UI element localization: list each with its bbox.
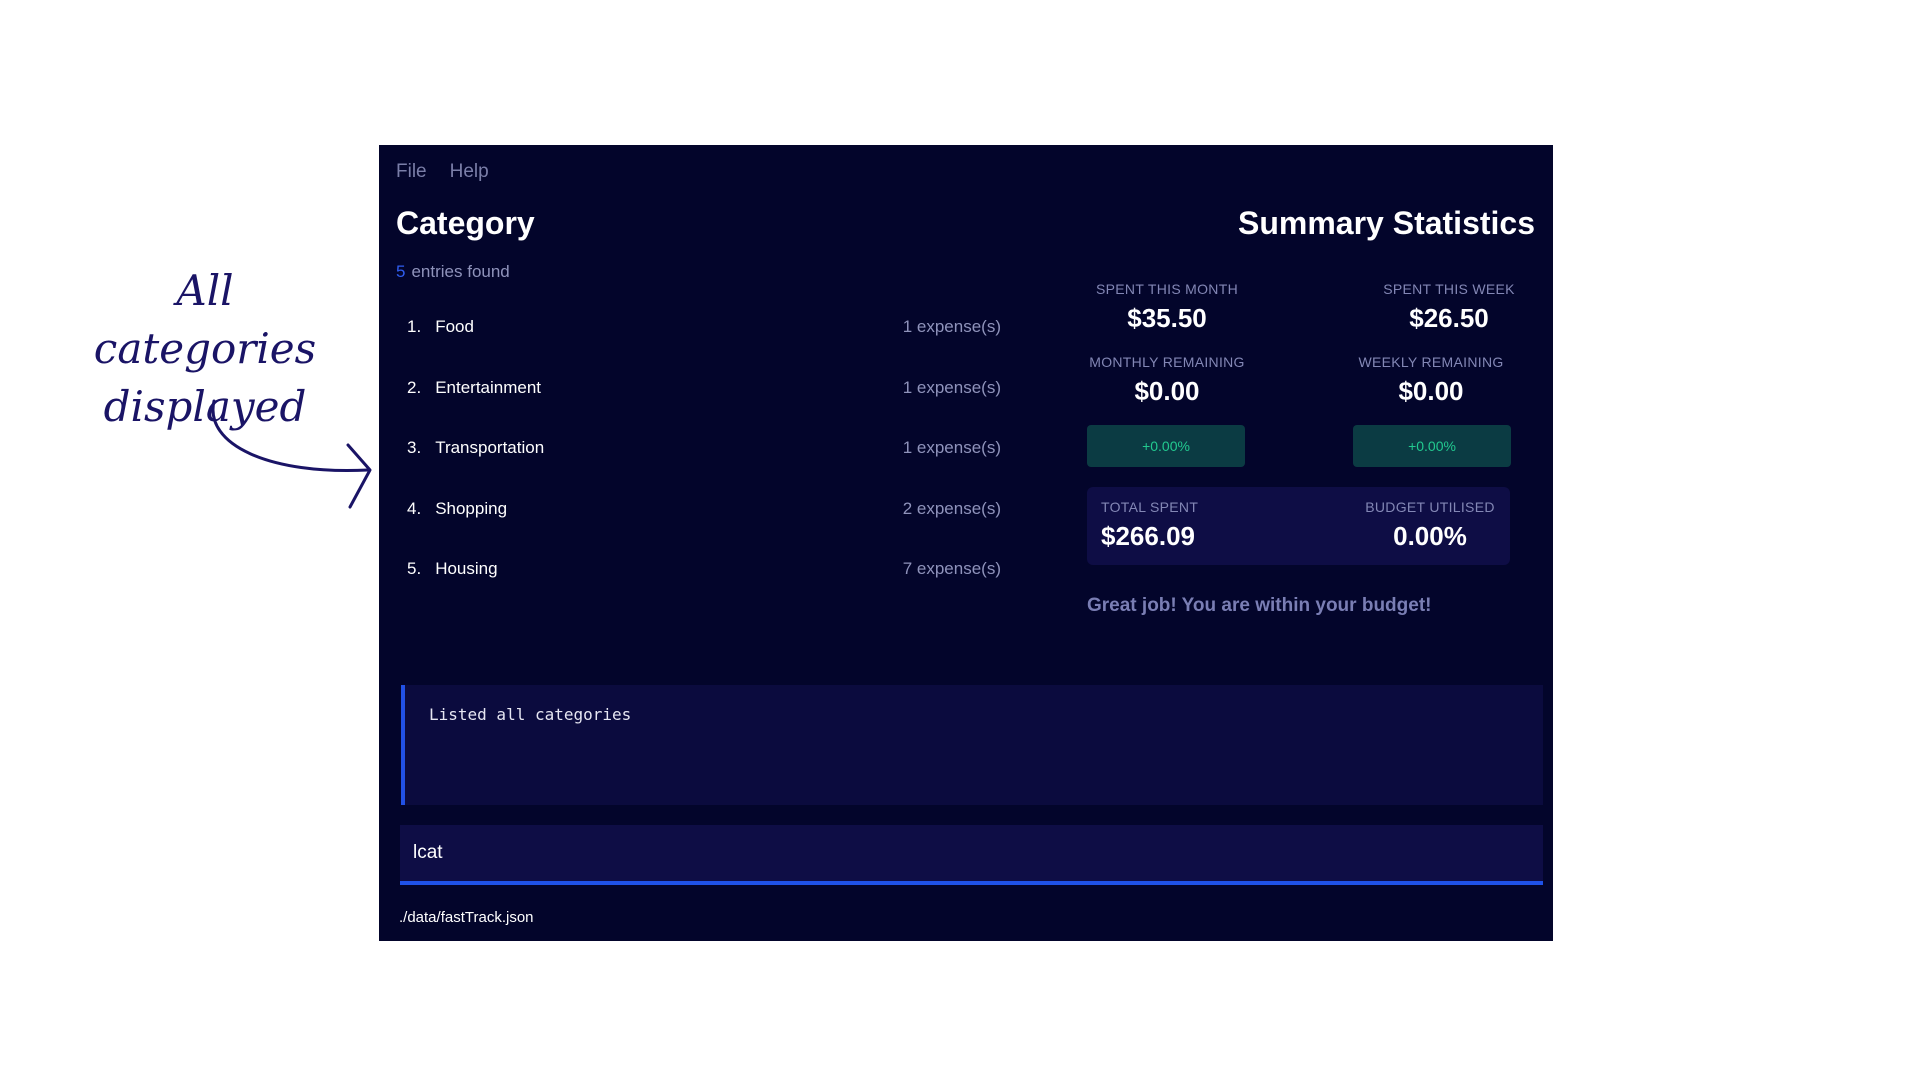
category-name: Entertainment (435, 377, 542, 397)
category-name: Housing (435, 559, 498, 579)
total-spent-panel: TOTAL SPENT $266.09 BUDGET UTILISED 0.00… (1087, 487, 1510, 565)
weekly-change-badge: +0.00% (1353, 425, 1511, 467)
app-window: File Help Category Summary Statistics 5e… (379, 145, 1553, 941)
category-index: 4. (407, 498, 422, 518)
monthly-remaining-value: $0.00 (1134, 376, 1200, 406)
category-index: 5. (407, 559, 422, 579)
category-index: 2. (407, 377, 422, 397)
category-index: 3. (407, 438, 422, 458)
budget-utilised: BUDGET UTILISED 0.00% (1365, 499, 1495, 552)
budget-utilised-label: BUDGET UTILISED (1365, 499, 1495, 515)
command-input[interactable] (400, 825, 1543, 881)
weekly-remaining-value: $0.00 (1398, 376, 1464, 406)
command-box (400, 825, 1543, 885)
category-list-item[interactable]: 3. Transportation 1 expense(s) (407, 418, 1001, 479)
total-spent: TOTAL SPENT $266.09 (1101, 499, 1198, 552)
monthly-remaining-label: MONTHLY REMAINING (1089, 354, 1245, 370)
spent-week-value: $26.50 (1409, 303, 1489, 333)
entries-count: 5 (396, 262, 406, 281)
annotation-line-1: All categories (93, 266, 317, 373)
menu-file[interactable]: File (396, 161, 427, 183)
weekly-remaining-label: WEEKLY REMAINING (1358, 354, 1504, 370)
category-name: Food (435, 317, 474, 337)
category-list-item[interactable]: 1. Food 1 expense(s) (407, 297, 1001, 358)
summary-title: Summary Statistics (1237, 205, 1535, 241)
menu-bar: File Help (396, 161, 489, 183)
category-list-item[interactable]: 5. Housing 7 expense(s) (407, 539, 1001, 600)
category-list: 1. Food 1 expense(s) 2. Entertainment 1 … (407, 297, 1001, 600)
total-spent-value: $266.09 (1101, 521, 1195, 551)
spent-month-label: SPENT THIS MONTH (1096, 281, 1238, 297)
category-name: Transportation (435, 438, 545, 458)
spent-this-week: SPENT THIS WEEK $26.50 (1366, 281, 1532, 334)
result-text: Listed all categories (429, 705, 632, 724)
monthly-change-badge: +0.00% (1087, 425, 1245, 467)
category-expense-count: 1 expense(s) (902, 438, 1001, 458)
entries-text: entries found (411, 262, 510, 281)
category-expense-count: 1 expense(s) (902, 377, 1001, 397)
entries-found: 5 entries found (396, 262, 510, 282)
budget-utilised-value: 0.00% (1393, 521, 1467, 551)
category-name: Shopping (435, 498, 508, 518)
category-list-item[interactable]: 2. Entertainment 1 expense(s) (407, 358, 1001, 419)
category-title: Category (396, 205, 535, 241)
monthly-remaining: MONTHLY REMAINING $0.00 (1087, 354, 1247, 407)
category-index: 1. (407, 317, 422, 337)
result-display: Listed all categories (401, 685, 1543, 805)
category-list-item[interactable]: 4. Shopping 2 expense(s) (407, 479, 1001, 540)
weekly-remaining: WEEKLY REMAINING $0.00 (1351, 354, 1511, 407)
spent-this-month: SPENT THIS MONTH $35.50 (1087, 281, 1247, 334)
status-bar-path: ./data/fastTrack.json (399, 909, 534, 926)
spent-month-value: $35.50 (1127, 303, 1207, 333)
budget-message: Great job! You are within your budget! (1087, 595, 1432, 616)
category-expense-count: 2 expense(s) (902, 498, 1001, 518)
total-spent-label: TOTAL SPENT (1101, 499, 1199, 515)
spent-week-label: SPENT THIS WEEK (1383, 281, 1515, 297)
category-expense-count: 1 expense(s) (902, 317, 1001, 337)
menu-help[interactable]: Help (450, 161, 489, 183)
category-expense-count: 7 expense(s) (902, 559, 1001, 579)
annotation-arrow-icon (211, 399, 372, 509)
